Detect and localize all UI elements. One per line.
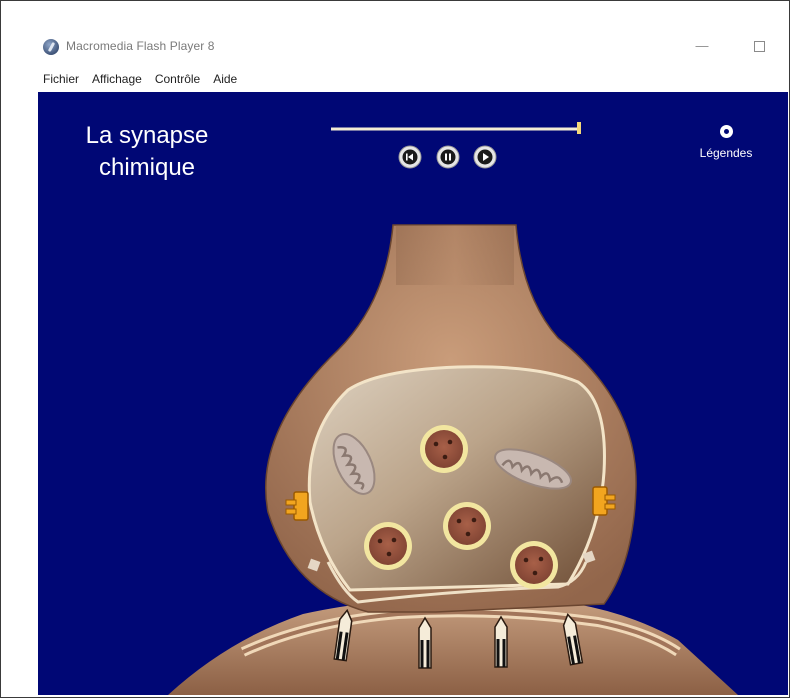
menu-aide[interactable]: Aide <box>213 72 237 90</box>
maximize-icon <box>753 41 765 53</box>
stage-title-line1: La synapse <box>85 122 209 149</box>
radio-dot-icon <box>719 125 733 138</box>
menu-bar: Fichier Affichage Contrôle Aide <box>43 72 237 90</box>
stage-title-line2: chimique <box>98 154 196 181</box>
timeline[interactable] <box>331 122 581 134</box>
window-title: Macromedia Flash Player 8 <box>66 39 215 53</box>
menu-affichage[interactable]: Affichage <box>92 72 142 90</box>
synaptic-vesicle <box>443 502 491 550</box>
axon-shading <box>396 225 514 285</box>
title-bar: Macromedia Flash Player 8 — <box>17 15 788 57</box>
maximize-button[interactable] <box>744 31 774 61</box>
menu-fichier[interactable]: Fichier <box>43 72 79 90</box>
flash-stage: La synapse chimique Légendes <box>38 92 788 695</box>
legend-label: Légendes <box>699 146 753 160</box>
postsynaptic-receptor <box>418 616 432 669</box>
legend-toggle[interactable]: Légendes <box>691 125 761 160</box>
pause-button[interactable] <box>436 145 460 169</box>
synaptic-vesicle <box>364 522 412 570</box>
play-button[interactable] <box>473 145 497 169</box>
timeline-handle[interactable] <box>577 122 581 134</box>
menu-controle[interactable]: Contrôle <box>155 72 200 90</box>
synaptic-vesicle <box>420 425 468 473</box>
flash-player-icon <box>43 39 59 55</box>
flash-player-window: Macromedia Flash Player 8 — Fichier Affi… <box>17 15 788 695</box>
minimize-button[interactable]: — <box>687 31 717 61</box>
synaptic-vesicle <box>510 541 558 589</box>
rewind-button[interactable] <box>398 145 422 169</box>
stage-title: La synapse chimique <box>68 120 226 184</box>
postsynaptic-receptor <box>494 615 508 668</box>
